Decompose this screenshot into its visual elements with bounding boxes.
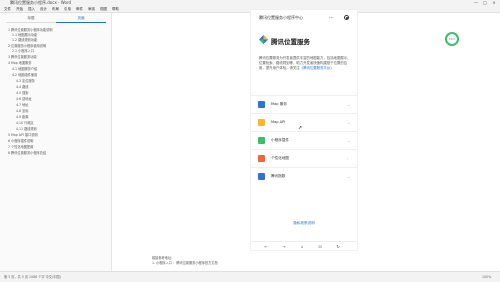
outline-item[interactable]: 4.10 行政区 — [16, 121, 34, 125]
menu-design[interactable]: 设计 — [40, 6, 47, 12]
outline-item[interactable]: 4 Map 地图服务 — [8, 61, 32, 65]
back-icon[interactable]: ← — [261, 242, 271, 251]
tabs-icon[interactable]: ⊡ — [315, 242, 325, 251]
custom-map-icon — [258, 155, 265, 162]
outline-item[interactable]: 2 位置服务小程序使用说明 — [8, 44, 46, 48]
progress-value: 36% — [448, 37, 456, 41]
menu-references[interactable]: 引用 — [64, 6, 71, 12]
chevron-down-icon: ⌄ — [347, 120, 351, 125]
menu-item-map-service[interactable]: Map 服务 ⌄ — [251, 95, 357, 113]
miniprogram-title: 腾讯位置服务小程序中心 — [259, 15, 303, 20]
forward-icon[interactable]: → — [279, 242, 289, 251]
menu-item-index[interactable]: 腾讯指数 ⌄ — [251, 167, 357, 185]
menu-insert[interactable]: 插入 — [28, 6, 35, 12]
menu-mailings[interactable]: 邮件 — [76, 6, 83, 12]
outline-item[interactable]: 4.11 路线规划 — [16, 127, 37, 131]
close-target-icon[interactable] — [344, 15, 349, 20]
menu-item-label: 小程序插件 — [271, 138, 289, 142]
map-api-icon — [258, 119, 265, 126]
more-icon[interactable]: ··· — [329, 10, 334, 26]
outline-item[interactable]: 4.4 路线 — [16, 85, 28, 89]
outline-item[interactable]: 4.2 地图组件使用 — [12, 73, 37, 77]
miniprogram-header: 腾讯位置服务小程序中心 ··· — [251, 10, 357, 26]
outline-item[interactable]: 6 小程序插件说明 — [8, 139, 33, 143]
chevron-right-icon: › — [347, 156, 349, 161]
outline-item[interactable]: 4.9 距离 — [16, 115, 28, 119]
mouse-cursor-icon: ➚ — [298, 125, 303, 131]
menu-item-label: Map API — [271, 120, 286, 124]
outline-item[interactable]: 4.8 坐标 — [16, 109, 28, 113]
menu-item-label: 个性化地图 — [271, 156, 289, 160]
outline-item[interactable]: 5 Map API 接口说明 — [8, 133, 38, 137]
brand-name: 腾讯位置服务 — [271, 38, 310, 46]
outline-item[interactable]: 4.7 地址 — [16, 103, 28, 107]
index-icon — [258, 173, 265, 180]
menu-item-label: 腾讯指数 — [271, 174, 286, 178]
document-notes: 链接参考地址： 1. 小程序入口 ：腾讯位置服务小程序官方文档 — [152, 256, 218, 266]
tab-headings[interactable]: 标题 — [6, 15, 56, 22]
menu-file[interactable]: 文件 — [4, 6, 11, 12]
menu-home[interactable]: 开始 — [16, 6, 23, 12]
notes-line: 1. 小程序入口 ：腾讯位置服务小程序官方文档 — [152, 261, 218, 265]
map-service-icon — [258, 101, 265, 108]
outline-item[interactable]: 4.1 地图服务介绍 — [12, 67, 37, 71]
menu-item-map-api[interactable]: Map API ⌄ — [251, 113, 357, 131]
progress-badge[interactable]: 36% — [445, 32, 459, 46]
outline-item[interactable]: 1.2 路线规划功能 — [12, 38, 37, 42]
service-intro: 腾讯位置服务为开发者提供丰富的地图能力，包括地图展示、位置检索、路线规划等，助力… — [259, 56, 353, 72]
plugin-icon — [258, 137, 265, 144]
intro-link[interactable]: 《腾讯位置服务平台》 — [300, 66, 334, 70]
privacy-link[interactable]: 隐私政策说明 — [251, 221, 357, 226]
menu-help[interactable]: 帮助 — [112, 6, 119, 12]
menu-layout[interactable]: 布局 — [52, 6, 59, 12]
miniprogram-screenshot: 腾讯位置服务小程序中心 ··· 腾讯位置服务 腾讯位置服务为开发者提供丰富的地图… — [250, 9, 358, 251]
outline-item[interactable]: 3 腾讯位置服务功能 — [8, 55, 37, 59]
outline-item[interactable]: 1.1 地图展示功能 — [12, 33, 37, 37]
outline-item[interactable]: 4.3 定位服务 — [16, 79, 35, 83]
outline-item[interactable]: 4.5 搜索 — [16, 91, 28, 95]
menu-item-custom-map[interactable]: 个性化地图 › — [251, 149, 357, 167]
chevron-down-icon: ⌄ — [347, 102, 351, 107]
status-bar: 第 3 页，共 5 页 1086 个字 中文(中国) 100% — [0, 271, 500, 282]
outline-item[interactable]: 8 腾讯位置服务小程序总结 — [8, 151, 46, 155]
chevron-down-icon: ⌄ — [347, 138, 351, 143]
menu-item-plugin[interactable]: 小程序插件 ⌄ — [251, 131, 357, 149]
chevron-down-icon: ⌄ — [347, 174, 351, 179]
outline-item[interactable]: 2.1 小程序入口 — [12, 49, 34, 53]
download-icon[interactable]: ↓ — [297, 242, 307, 251]
menu-review[interactable]: 审阅 — [88, 6, 95, 12]
navigation-tabs: 标题 页面 — [6, 15, 106, 23]
menu-item-label: Map 服务 — [271, 102, 287, 106]
navigation-pane: 标题 页面 1 腾讯位置服务小程序功能说明 1.1 地图展示功能 1.2 路线规… — [0, 13, 112, 271]
menu-view[interactable]: 视图 — [100, 6, 107, 12]
miniprogram-toolbar: ← → ↓ ⊡ ↻ — [251, 241, 357, 251]
refresh-icon[interactable]: ↻ — [333, 242, 343, 251]
outline-item[interactable]: 4.6 逆地址 — [16, 97, 32, 101]
outline-item[interactable]: 7 个性化地图配置 — [8, 145, 33, 149]
outline-item[interactable]: 1 腾讯位置服务小程序功能说明 — [8, 28, 52, 32]
tab-pages[interactable]: 页面 — [56, 15, 106, 23]
tencent-location-logo-icon — [259, 35, 268, 44]
